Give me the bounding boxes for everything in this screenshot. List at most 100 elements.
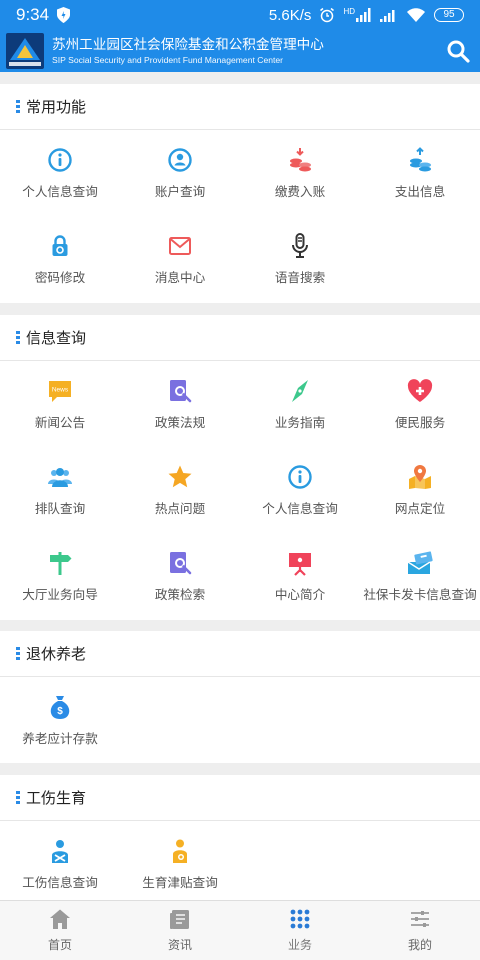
app-header: 苏州工业园区社会保险基金和公积金管理中心 SIP Social Security… xyxy=(0,30,480,72)
nav-news[interactable]: 资讯 xyxy=(120,901,240,960)
tile-hot-issues[interactable]: 热点问题 xyxy=(120,447,240,533)
star-icon xyxy=(168,465,192,487)
tile-hall-guide[interactable]: 大厅业务向导 xyxy=(0,533,120,619)
section-bar-icon xyxy=(16,330,20,345)
section-header: 退休养老 xyxy=(0,631,480,677)
lock-icon xyxy=(52,234,68,256)
logo-icon xyxy=(6,33,44,69)
tile-message-center[interactable]: 消息中心 xyxy=(120,216,240,302)
nav-business[interactable]: 业务 xyxy=(240,901,360,960)
section-common-functions: 常用功能 个人信息查询 账户查询 缴费入账 支出信息 密码修改 消息中心 语音搜… xyxy=(0,84,480,303)
news-list-icon xyxy=(170,910,189,929)
tile-label: 新闻公告 xyxy=(34,414,86,430)
tile-label: 业务指南 xyxy=(274,414,326,430)
tile-voice-search[interactable]: 语音搜索 xyxy=(240,216,360,302)
info-circle-icon xyxy=(48,147,72,172)
tile-label: 工伤信息查询 xyxy=(22,874,98,890)
news-badge-text: News xyxy=(52,386,69,393)
tile-label: 大厅业务向导 xyxy=(22,586,98,602)
coin-deposit-icon xyxy=(290,147,311,171)
section-bar-icon xyxy=(16,99,20,114)
tile-label: 支出信息 xyxy=(394,183,446,199)
tile-account-query[interactable]: 账户查询 xyxy=(120,130,240,216)
people-icon xyxy=(48,467,72,487)
news-icon: News xyxy=(49,380,71,402)
signal-icon xyxy=(380,10,395,22)
microphone-icon xyxy=(292,232,308,258)
nav-label: 首页 xyxy=(47,938,72,952)
shield-icon xyxy=(57,7,71,23)
tile-payment-deposit[interactable]: 缴费入账 xyxy=(240,130,360,216)
section-retirement: 退休养老 $ 养老应计存款 xyxy=(0,631,480,763)
nav-home[interactable]: 首页 xyxy=(0,901,120,960)
tile-label: 排队查询 xyxy=(34,500,86,516)
grid-dots-icon xyxy=(290,909,310,929)
card-envelope-icon xyxy=(407,550,433,574)
tile-branch-location[interactable]: 网点定位 xyxy=(360,447,480,533)
tile-label: 网点定位 xyxy=(394,500,446,516)
hd-label: HD xyxy=(343,7,355,16)
alarm-icon xyxy=(320,7,335,23)
tile-center-intro[interactable]: 中心简介 xyxy=(240,533,360,619)
header-title: 苏州工业园区社会保险基金和公积金管理中心 xyxy=(52,36,324,53)
section-title: 退休养老 xyxy=(26,645,87,663)
tile-label: 热点问题 xyxy=(154,500,206,516)
tile-injury-info[interactable]: 工伤信息查询 xyxy=(0,821,120,907)
coin-withdraw-icon xyxy=(410,146,431,171)
status-bar: 9:34 5.6K/s HD 95 xyxy=(0,0,480,30)
battery-indicator: 95 xyxy=(434,8,464,22)
tile-label: 便民服务 xyxy=(394,414,446,430)
section-title: 常用功能 xyxy=(26,98,87,116)
nav-label: 业务 xyxy=(287,938,312,952)
injured-person-icon xyxy=(52,839,68,863)
tile-personal-info-2[interactable]: 个人信息查询 xyxy=(240,447,360,533)
tile-label: 政策法规 xyxy=(154,414,206,430)
tile-queue-query[interactable]: 排队查询 xyxy=(0,447,120,533)
tile-convenience-service[interactable]: 便民服务 xyxy=(360,361,480,447)
tile-personal-info[interactable]: 个人信息查询 xyxy=(0,130,120,216)
tile-label: 中心简介 xyxy=(274,586,326,602)
tile-label: 账户查询 xyxy=(154,183,206,199)
tile-label: 个人信息查询 xyxy=(262,500,338,516)
tile-news[interactable]: News 新闻公告 xyxy=(0,361,120,447)
section-title: 工伤生育 xyxy=(26,789,87,807)
tile-expense-info[interactable]: 支出信息 xyxy=(360,130,480,216)
nav-label: 我的 xyxy=(407,938,432,952)
document-search-icon xyxy=(170,379,192,402)
tile-pension-deposit[interactable]: $ 养老应计存款 xyxy=(0,677,120,763)
maternity-icon xyxy=(173,839,187,863)
heart-plus-icon xyxy=(407,378,433,402)
money-bag-icon: $ xyxy=(50,695,70,719)
header-subtitle: SIP Social Security and Provident Fund M… xyxy=(52,54,284,65)
section-info-query: 信息查询 News 新闻公告 政策法规 业务指南 便民服务 排队查询 热点问题 xyxy=(0,315,480,620)
tile-maternity-allowance[interactable]: 生育津贴查询 xyxy=(120,821,240,907)
tile-label: 缴费入账 xyxy=(274,183,326,199)
tile-label: 密码修改 xyxy=(34,269,86,285)
section-header: 常用功能 xyxy=(0,84,480,130)
user-circle-icon xyxy=(168,147,192,172)
section-bar-icon xyxy=(16,646,20,661)
tile-policy-regulations[interactable]: 政策法规 xyxy=(120,361,240,447)
tile-social-card-query[interactable]: 社保卡发卡信息查询 xyxy=(360,533,480,619)
hd-signal-icon: HD xyxy=(343,8,372,22)
tile-business-guide[interactable]: 业务指南 xyxy=(240,361,360,447)
section-bar-icon xyxy=(16,790,20,805)
tile-label: 生育津贴查询 xyxy=(142,874,218,890)
tile-label: 养老应计存款 xyxy=(22,730,98,746)
location-map-icon xyxy=(409,464,431,489)
search-icon[interactable] xyxy=(446,39,470,63)
document-search-icon xyxy=(170,551,192,574)
compass-icon xyxy=(292,379,308,402)
network-speed: 5.6K/s xyxy=(268,6,312,24)
section-header: 信息查询 xyxy=(0,315,480,361)
sliders-icon xyxy=(411,911,429,927)
home-icon xyxy=(50,909,70,929)
tile-policy-search[interactable]: 政策检索 xyxy=(120,533,240,619)
tile-label: 个人信息查询 xyxy=(22,183,98,199)
presentation-board-icon xyxy=(289,552,311,576)
nav-mine[interactable]: 我的 xyxy=(360,901,480,960)
status-time: 9:34 xyxy=(16,5,50,24)
tile-password-change[interactable]: 密码修改 xyxy=(0,216,120,302)
bottom-nav: 首页 资讯 业务 我的 xyxy=(0,900,480,960)
tile-label: 政策检索 xyxy=(154,586,206,602)
